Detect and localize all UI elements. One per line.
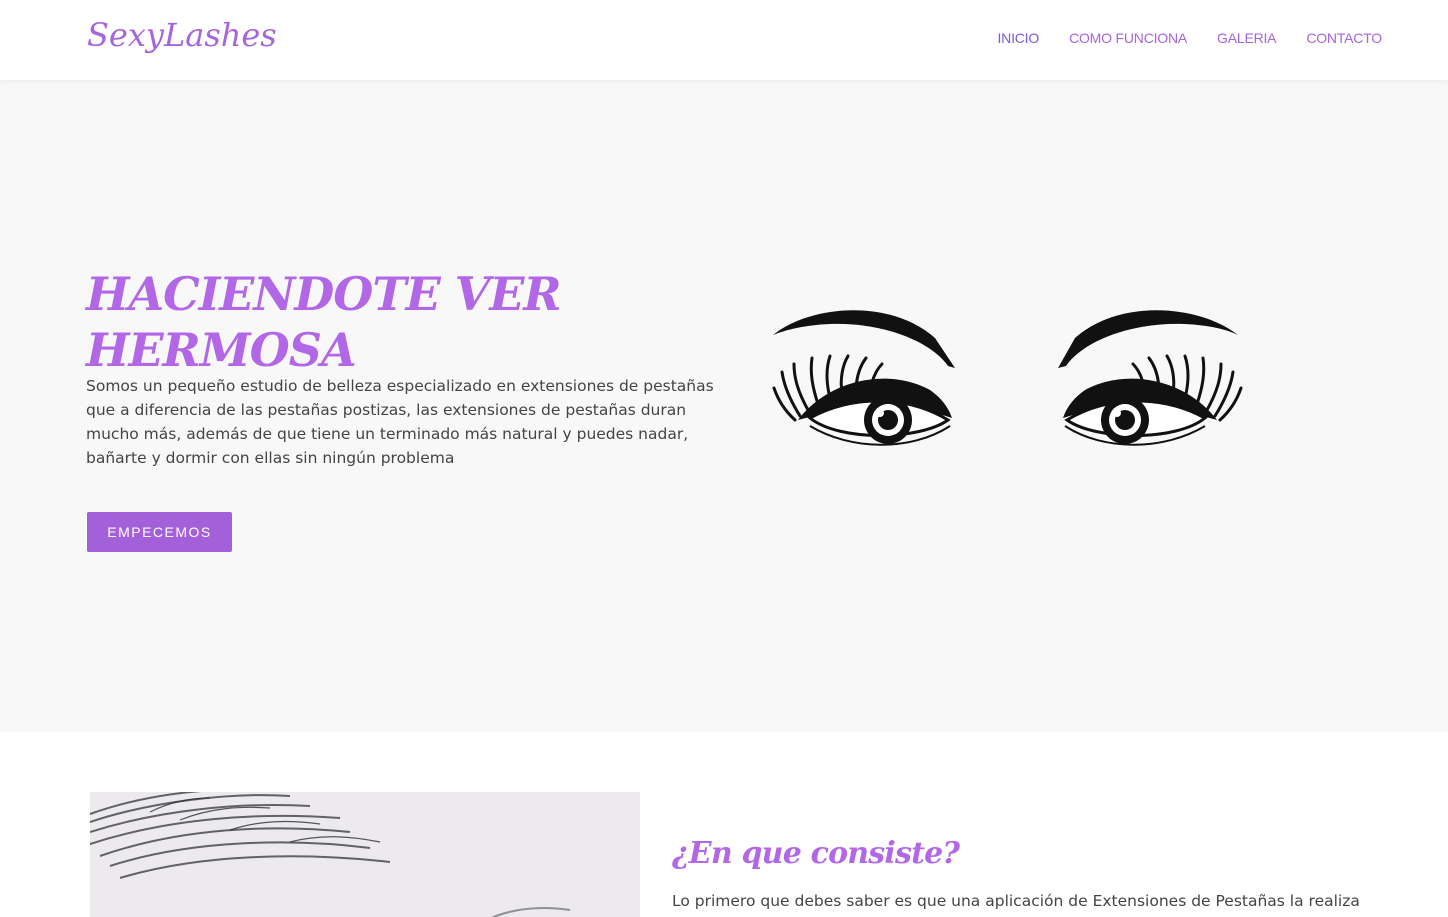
section-description: Lo primero que debes saber es que una ap… <box>672 892 1360 910</box>
top-navbar: SexyLashes INICIO COMO FUNCIONA GALERIA … <box>0 0 1448 80</box>
como-funciona-section: ¿En que consiste? Lo primero que debes s… <box>0 732 1448 917</box>
left-eye <box>772 354 952 446</box>
nav-item-como-funciona[interactable]: COMO FUNCIONA <box>1069 30 1187 46</box>
hero-description: Somos un pequeño estudio de belleza espe… <box>86 377 714 467</box>
brand-logo[interactable]: SexyLashes <box>87 16 277 54</box>
eyes-illustration <box>772 310 1243 446</box>
eyelash-closeup-photo <box>90 792 640 917</box>
hero-title: HACIENDOTE VER HERMOSA <box>86 267 562 377</box>
nav-item-inicio[interactable]: INICIO <box>997 30 1039 46</box>
eyebrow-photo-illustration <box>90 792 640 917</box>
section-title: ¿En que consiste? <box>672 836 960 871</box>
right-eyebrow <box>1058 310 1238 368</box>
main-nav: INICIO COMO FUNCIONA GALERIA CONTACTO <box>997 30 1382 46</box>
empecemos-button[interactable]: EMPECEMOS <box>87 512 232 552</box>
nav-item-contacto[interactable]: CONTACTO <box>1306 30 1382 46</box>
nav-item-galeria[interactable]: GALERIA <box>1217 30 1276 46</box>
hero-section: HACIENDOTE VER HERMOSA Somos un pequeño … <box>0 80 1448 732</box>
right-eye <box>1063 354 1243 446</box>
